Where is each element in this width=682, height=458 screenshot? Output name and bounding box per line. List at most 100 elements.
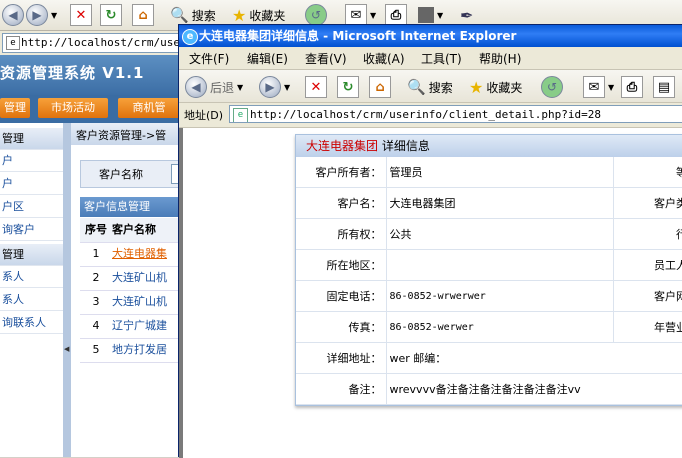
sidebar-item[interactable]: 户	[0, 173, 63, 195]
sidebar-splitter[interactable]: ◀	[63, 123, 71, 457]
field-label: 客户类	[613, 187, 682, 219]
detail-table: 客户所有者：管理员等 客户名：大连电器集团客户类 所有权：公共行 所在地区： 员工…	[296, 157, 682, 405]
star-icon: ★	[232, 5, 247, 25]
history-button[interactable]: ↺	[541, 74, 563, 100]
popup-title-bar[interactable]: e 大连电器集团详细信息 - Microsoft Internet Explor…	[179, 25, 682, 47]
sidebar-item[interactable]: 系人	[0, 266, 63, 288]
menu-edit[interactable]: 编辑(E)	[247, 50, 288, 67]
detail-row: 客户名：大连电器集团客户类	[296, 187, 682, 219]
forward-button[interactable]: ▶ ▼	[259, 74, 290, 100]
table-row[interactable]: 4 辽宁广城建	[80, 314, 180, 339]
stop-button[interactable]: ✕	[70, 2, 92, 28]
row-name-link[interactable]: 辽宁广城建	[112, 319, 167, 332]
field-value: 86-0852-werwer	[386, 311, 614, 343]
menu-file[interactable]: 文件(F)	[189, 50, 229, 67]
field-value: wrevvvv备注备注备注备注备注备注vv	[386, 373, 682, 405]
row-no: 5	[92, 343, 100, 356]
popup-title: 大连电器集团详细信息 - Microsoft Internet Explorer	[199, 29, 517, 43]
chevron-down-icon: ▼	[370, 10, 377, 20]
back-label: 后退	[210, 80, 235, 95]
field-value: 管理员	[386, 157, 614, 188]
app-title: 资源管理系统 V1.1	[0, 64, 145, 82]
forward-button[interactable]: ▶ ▼	[26, 2, 57, 28]
sidebar-group-header[interactable]: 管理	[0, 128, 63, 150]
home-button[interactable]: ⌂	[369, 74, 391, 100]
refresh-button[interactable]: ↻	[337, 74, 359, 100]
popup-address-bar: 地址(D) e http://localhost/crm/userinfo/cl…	[179, 103, 682, 128]
menu-favorites[interactable]: 收藏(A)	[363, 50, 405, 67]
menu-bar: 文件(F) 编辑(E) 查看(V) 收藏(A) 工具(T) 帮助(H)	[179, 47, 682, 70]
detail-panel: 大连电器集团 详细信息 客户所有者：管理员等 客户名：大连电器集团客户类 所有权…	[295, 134, 682, 406]
forward-arrow-icon: ▶	[26, 4, 48, 26]
field-value: 86-0852-wrwerwer	[386, 280, 614, 312]
field-label: 年营业	[613, 311, 682, 343]
back-arrow-icon: ◀	[185, 76, 207, 98]
address-url: http://localhost/crm/userinfo/client_det…	[250, 108, 601, 121]
mail-button[interactable]: ✉ ▼	[583, 74, 614, 100]
sidebar-item[interactable]: 询联系人	[0, 312, 63, 334]
sidebar-item[interactable]: 户区	[0, 196, 63, 218]
row-no: 1	[92, 247, 100, 260]
address-field[interactable]: e http://localhost/crm/userinfo/client_d…	[229, 105, 682, 123]
back-arrow-icon: ◀	[2, 4, 24, 26]
chevron-down-icon: ▼	[284, 82, 291, 92]
star-icon: ★	[469, 77, 484, 97]
field-label: 备注：	[296, 373, 387, 405]
refresh-button[interactable]: ↻	[100, 2, 122, 28]
sidebar-group-header[interactable]: 管理	[0, 244, 63, 266]
detail-row: 传真：86-0852-werwer年营业	[296, 311, 682, 343]
print-button[interactable]: ⎙	[621, 74, 643, 100]
back-button[interactable]: ◀	[2, 2, 24, 28]
window-edge	[179, 128, 183, 458]
chevron-down-icon: ▼	[237, 82, 244, 92]
sidebar: 管理 户 户 户区 询客户 管理 系人 系人 询联系人	[0, 123, 64, 457]
field-label: 等	[613, 157, 682, 188]
field-value: 公共	[386, 218, 614, 250]
table-row[interactable]: 2 大连矿山机	[80, 266, 180, 291]
row-no: 3	[92, 295, 100, 308]
field-label: 所有权：	[296, 218, 387, 250]
table-row[interactable]: 5 地方打发居	[80, 338, 180, 363]
favorites-label: 收藏夹	[486, 80, 523, 95]
field-label: 客户网	[613, 280, 682, 312]
menu-view[interactable]: 查看(V)	[305, 50, 347, 67]
search-button[interactable]: 🔍 搜索	[407, 74, 453, 100]
row-name-link[interactable]: 大连矿山机	[112, 295, 167, 308]
field-value: 大连电器集团	[386, 187, 614, 219]
nav-item-marketing[interactable]: 市场活动	[38, 98, 108, 118]
favorites-button[interactable]: ★ 收藏夹	[469, 74, 522, 100]
field-value	[386, 249, 614, 281]
column-header-name: 客户名称	[112, 223, 156, 236]
table-header-row: 序号 客户名称	[80, 218, 180, 243]
background-url: http://localhost/crm/userin	[21, 36, 200, 49]
stop-button[interactable]: ✕	[305, 74, 327, 100]
row-no: 4	[92, 319, 100, 332]
nav-item-manage[interactable]: 管理	[0, 98, 30, 118]
home-icon: ⌂	[132, 4, 154, 26]
favorites-label: 收藏夹	[249, 8, 286, 23]
nav-item-opportunity[interactable]: 商机管	[118, 98, 180, 118]
row-name-link[interactable]: 大连电器集	[112, 247, 167, 260]
page-icon: e	[6, 36, 20, 50]
refresh-icon: ↻	[100, 4, 122, 26]
edit-icon: ▤	[653, 76, 675, 98]
menu-help[interactable]: 帮助(H)	[479, 50, 521, 67]
sidebar-item[interactable]: 询客户	[0, 219, 63, 241]
table-row[interactable]: 1 大连电器集	[80, 242, 180, 267]
home-button[interactable]: ⌂	[132, 2, 154, 28]
detail-row: 固定电话：86-0852-wrwerwer客户网	[296, 280, 682, 312]
row-name-link[interactable]: 大连矿山机	[112, 271, 167, 284]
stop-icon: ✕	[305, 76, 327, 98]
ie-icon: e	[182, 29, 198, 45]
field-label: 传真：	[296, 311, 387, 343]
back-button[interactable]: ◀ 后退 ▼	[185, 74, 243, 100]
detail-row: 所在地区： 员工人	[296, 249, 682, 281]
menu-tools[interactable]: 工具(T)	[421, 50, 462, 67]
search-label: 客户名称	[99, 168, 143, 181]
row-name-link[interactable]: 地方打发居	[112, 343, 167, 356]
sidebar-item[interactable]: 系人	[0, 289, 63, 311]
edit-button[interactable]: ▤	[653, 74, 675, 100]
table-row[interactable]: 3 大连矿山机	[80, 290, 180, 315]
popup-window: e 大连电器集团详细信息 - Microsoft Internet Explor…	[178, 24, 682, 458]
sidebar-item[interactable]: 户	[0, 150, 63, 172]
